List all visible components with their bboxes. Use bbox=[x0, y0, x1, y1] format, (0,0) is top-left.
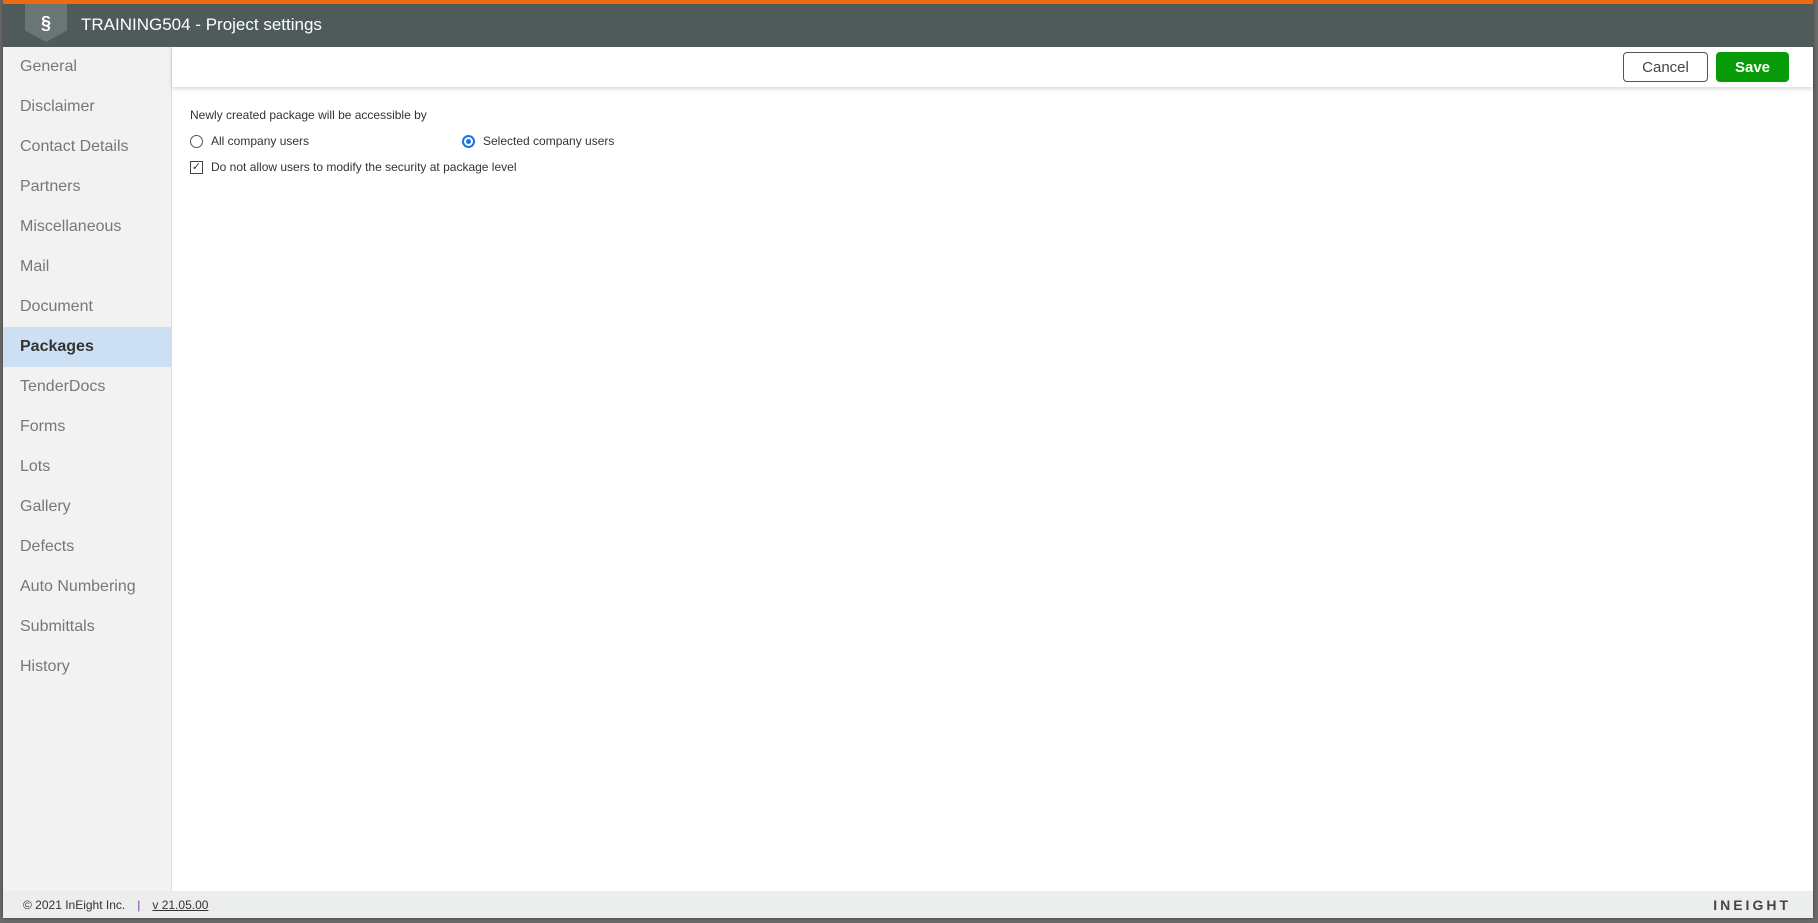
sidebar-item-miscellaneous[interactable]: Miscellaneous bbox=[3, 207, 171, 247]
toolbar: Cancel Save bbox=[172, 47, 1813, 87]
radio-button[interactable] bbox=[190, 134, 203, 148]
sidebar-item-tenderdocs[interactable]: TenderDocs bbox=[3, 367, 171, 407]
radio-label: Selected company users bbox=[483, 134, 615, 148]
footer-separator: | bbox=[137, 897, 141, 912]
sidebar-item-packages[interactable]: Packages bbox=[3, 327, 171, 367]
radio-all-company-users[interactable]: All company users bbox=[190, 134, 462, 148]
settings-sidebar: General Disclaimer Contact Details Partners… bbox=[3, 47, 172, 891]
checkbox-label: Do not allow users to modify the securit… bbox=[211, 160, 517, 174]
sidebar-item-partners[interactable]: Partners bbox=[3, 167, 171, 207]
footer: © 2021 InEight Inc. | v 21.05.00 INEIGHT bbox=[3, 891, 1813, 918]
checkbox-checked-icon[interactable]: ✓ bbox=[190, 160, 203, 174]
radio-label: All company users bbox=[211, 134, 310, 148]
sidebar-item-gallery[interactable]: Gallery bbox=[3, 487, 171, 527]
ineight-logo-icon: § bbox=[25, 4, 67, 42]
ineight-brand-logo: INEIGHT bbox=[1713, 897, 1791, 913]
access-radio-group: All company users Selected company users bbox=[190, 128, 614, 154]
sidebar-item-lots[interactable]: Lots bbox=[3, 447, 171, 487]
sidebar-item-defects[interactable]: Defects bbox=[3, 527, 171, 567]
sidebar-item-mail[interactable]: Mail bbox=[3, 247, 171, 287]
sidebar-item-disclaimer[interactable]: Disclaimer bbox=[3, 87, 171, 127]
sidebar-item-submittals[interactable]: Submittals bbox=[3, 607, 171, 647]
sidebar-item-document[interactable]: Document bbox=[3, 287, 171, 327]
radio-selected-company-users[interactable]: Selected company users bbox=[462, 134, 614, 148]
save-button[interactable]: Save bbox=[1716, 52, 1789, 82]
packages-settings: Newly created package will be accessible… bbox=[190, 102, 614, 180]
project-settings-window: § TRAINING504 - Project settings General… bbox=[3, 0, 1813, 918]
security-checkbox-row[interactable]: ✓ Do not allow users to modify the secur… bbox=[190, 154, 614, 180]
window-title: TRAINING504 - Project settings bbox=[81, 15, 322, 34]
sidebar-item-history[interactable]: History bbox=[3, 647, 171, 687]
sidebar-item-contact-details[interactable]: Contact Details bbox=[3, 127, 171, 167]
version-link[interactable]: v 21.05.00 bbox=[152, 898, 208, 912]
sidebar-item-forms[interactable]: Forms bbox=[3, 407, 171, 447]
sidebar-item-auto-numbering[interactable]: Auto Numbering bbox=[3, 567, 171, 607]
title-bar: § TRAINING504 - Project settings bbox=[3, 4, 1813, 47]
copyright: © 2021 InEight Inc. bbox=[23, 897, 126, 912]
access-heading: Newly created package will be accessible… bbox=[190, 108, 427, 122]
sidebar-item-general[interactable]: General bbox=[3, 47, 171, 87]
radio-button-selected[interactable] bbox=[462, 134, 475, 148]
cancel-button[interactable]: Cancel bbox=[1623, 52, 1708, 82]
